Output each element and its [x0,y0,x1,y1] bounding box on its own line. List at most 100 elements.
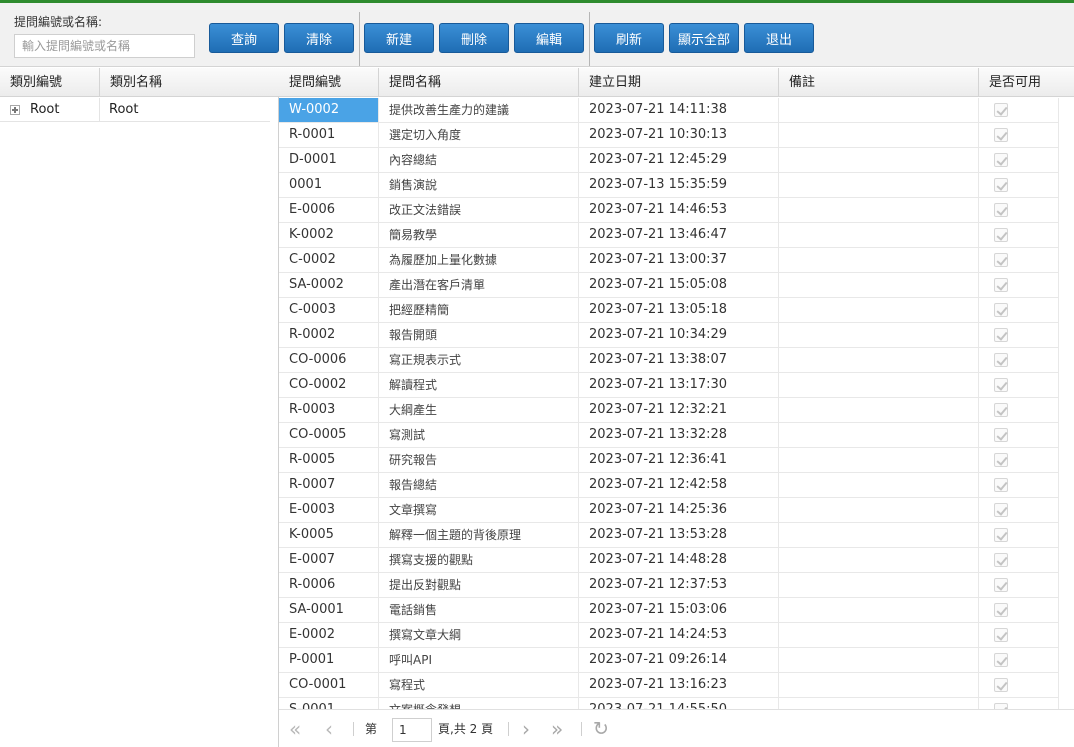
next-page-icon[interactable]: › [522,710,530,747]
first-page-icon[interactable]: « [289,710,301,747]
row-date: 2023-07-21 13:38:07 [579,348,779,372]
row-code: E-0007 [279,548,379,572]
row-code: P-0001 [279,648,379,672]
row-code: C-0002 [279,248,379,272]
checkbox-icon[interactable] [994,653,1008,667]
checkbox-icon[interactable] [994,378,1008,392]
category-header: 類別編號 類別名稱 [0,68,279,97]
table-row[interactable]: R-0007 報告總結 2023-07-21 12:42:58 [279,473,1059,498]
header-date[interactable]: 建立日期 [579,68,779,97]
table-row[interactable]: S-0001文案概念發想2023-07-21 14:55:50 [279,698,1059,709]
table-row[interactable]: K-0005 解釋一個主題的背後原理 2023-07-21 13:53:28 [279,523,1059,548]
refresh-button[interactable]: 刷新 [594,23,664,53]
edit-button[interactable]: 編輯 [514,23,584,53]
table-row[interactable]: C-0003 把經歷精簡 2023-07-21 13:05:18 [279,298,1059,323]
checkbox-icon[interactable] [994,678,1008,692]
category-code-header[interactable]: 類別編號 [0,68,100,97]
table-row[interactable]: R-0003 大綱產生 2023-07-21 12:32:21 [279,398,1059,423]
page-number-input[interactable] [392,718,432,742]
row-enabled [979,398,1059,422]
checkbox-icon[interactable] [994,353,1008,367]
table-row[interactable]: W-0002 提供改善生產力的建議 2023-07-21 14:11:38 [279,98,1059,123]
checkbox-icon[interactable] [994,428,1008,442]
header-name[interactable]: 提問名稱 [379,68,579,97]
row-note [779,323,979,347]
table-row[interactable]: CO-0006 寫正規表示式 2023-07-21 13:38:07 [279,348,1059,373]
table-row[interactable]: E-0003 文章撰寫 2023-07-21 14:25:36 [279,498,1059,523]
category-name-header[interactable]: 類別名稱 [100,68,279,97]
row-enabled [979,523,1059,547]
clear-button[interactable]: 清除 [284,23,354,53]
row-note [779,573,979,597]
checkbox-icon[interactable] [994,153,1008,167]
row-note [779,423,979,447]
table-row[interactable]: R-0002 報告開頭 2023-07-21 10:34:29 [279,323,1059,348]
checkbox-icon[interactable] [994,228,1008,242]
row-date: 2023-07-21 14:25:36 [579,498,779,522]
header-note[interactable]: 備註 [779,68,979,97]
table-row[interactable]: R-0001 選定切入角度 2023-07-21 10:30:13 [279,123,1059,148]
table-row[interactable]: K-0002 簡易教學 2023-07-21 13:46:47 [279,223,1059,248]
checkbox-icon[interactable] [994,603,1008,617]
exit-button[interactable]: 退出 [744,23,814,53]
row-enabled [979,673,1059,697]
row-date: 2023-07-21 09:26:14 [579,648,779,672]
table-row[interactable]: E-0006 改正文法錯誤 2023-07-21 14:46:53 [279,198,1059,223]
checkbox-icon[interactable] [994,528,1008,542]
checkbox-icon[interactable] [994,453,1008,467]
category-row[interactable]: Root Root [0,98,270,122]
checkbox-icon[interactable] [994,178,1008,192]
checkbox-icon[interactable] [994,278,1008,292]
table-row[interactable]: C-0002 為履歷加上量化數據 2023-07-21 13:00:37 [279,248,1059,273]
page-total-text: 頁,共 2 頁 [438,722,494,736]
query-button[interactable]: 查詢 [209,23,279,53]
row-code: R-0001 [279,123,379,147]
add-button[interactable]: 新建 [364,23,434,53]
table-row[interactable]: R-0005 研究報告 2023-07-21 12:36:41 [279,448,1059,473]
checkbox-icon[interactable] [994,503,1008,517]
search-input[interactable] [14,34,195,58]
table-row[interactable]: 0001 銷售演說 2023-07-13 15:35:59 [279,173,1059,198]
checkbox-icon[interactable] [994,203,1008,217]
table-row[interactable]: SA-0001 電話銷售 2023-07-21 15:03:06 [279,598,1059,623]
checkbox-icon[interactable] [994,478,1008,492]
table-row[interactable]: P-0001 呼叫API 2023-07-21 09:26:14 [279,648,1059,673]
row-note [779,623,979,647]
row-note [779,448,979,472]
reload-icon[interactable]: ↻ [593,710,609,747]
checkbox-icon[interactable] [994,578,1008,592]
checkbox-icon[interactable] [994,253,1008,267]
checkbox-icon[interactable] [994,403,1008,417]
checkbox-icon[interactable] [994,553,1008,567]
prev-page-icon[interactable]: ‹ [325,710,333,747]
header-code[interactable]: 提問編號 [279,68,379,97]
row-enabled [979,448,1059,472]
show-all-button[interactable]: 顯示全部 [669,23,739,53]
checkbox-icon[interactable] [994,628,1008,642]
checkbox-icon[interactable] [994,328,1008,342]
row-code: R-0006 [279,573,379,597]
table-row[interactable]: E-0007 撰寫支援的觀點 2023-07-21 14:48:28 [279,548,1059,573]
delete-button[interactable]: 刪除 [439,23,509,53]
row-name: 解讀程式 [379,373,579,397]
checkbox-icon[interactable] [994,303,1008,317]
table-row[interactable]: CO-0001 寫程式 2023-07-21 13:16:23 [279,673,1059,698]
last-page-icon[interactable]: » [551,710,563,747]
row-code: S-0001 [279,698,379,709]
table-row[interactable]: D-0001 內容總結 2023-07-21 12:45:29 [279,148,1059,173]
table-row[interactable]: E-0002 撰寫文章大綱 2023-07-21 14:24:53 [279,623,1059,648]
table-row[interactable]: SA-0002 產出潛在客戶清單 2023-07-21 15:05:08 [279,273,1059,298]
table-row[interactable]: CO-0002 解讀程式 2023-07-21 13:17:30 [279,373,1059,398]
checkbox-icon[interactable] [994,103,1008,117]
pagination-bar: « ‹ 第 頁,共 2 頁 › » ↻ [279,709,1074,747]
row-name: 寫正規表示式 [379,348,579,372]
header-enabled[interactable]: 是否可用 [979,68,1074,97]
row-name: 提供改善生產力的建議 [379,98,579,122]
table-row[interactable]: R-0006 提出反對觀點 2023-07-21 12:37:53 [279,573,1059,598]
expand-plus-icon[interactable] [10,105,20,115]
row-date: 2023-07-21 15:05:08 [579,273,779,297]
row-name: 文章撰寫 [379,498,579,522]
table-row[interactable]: CO-0005 寫測試 2023-07-21 13:32:28 [279,423,1059,448]
checkbox-icon[interactable] [994,128,1008,142]
row-note [779,123,979,147]
